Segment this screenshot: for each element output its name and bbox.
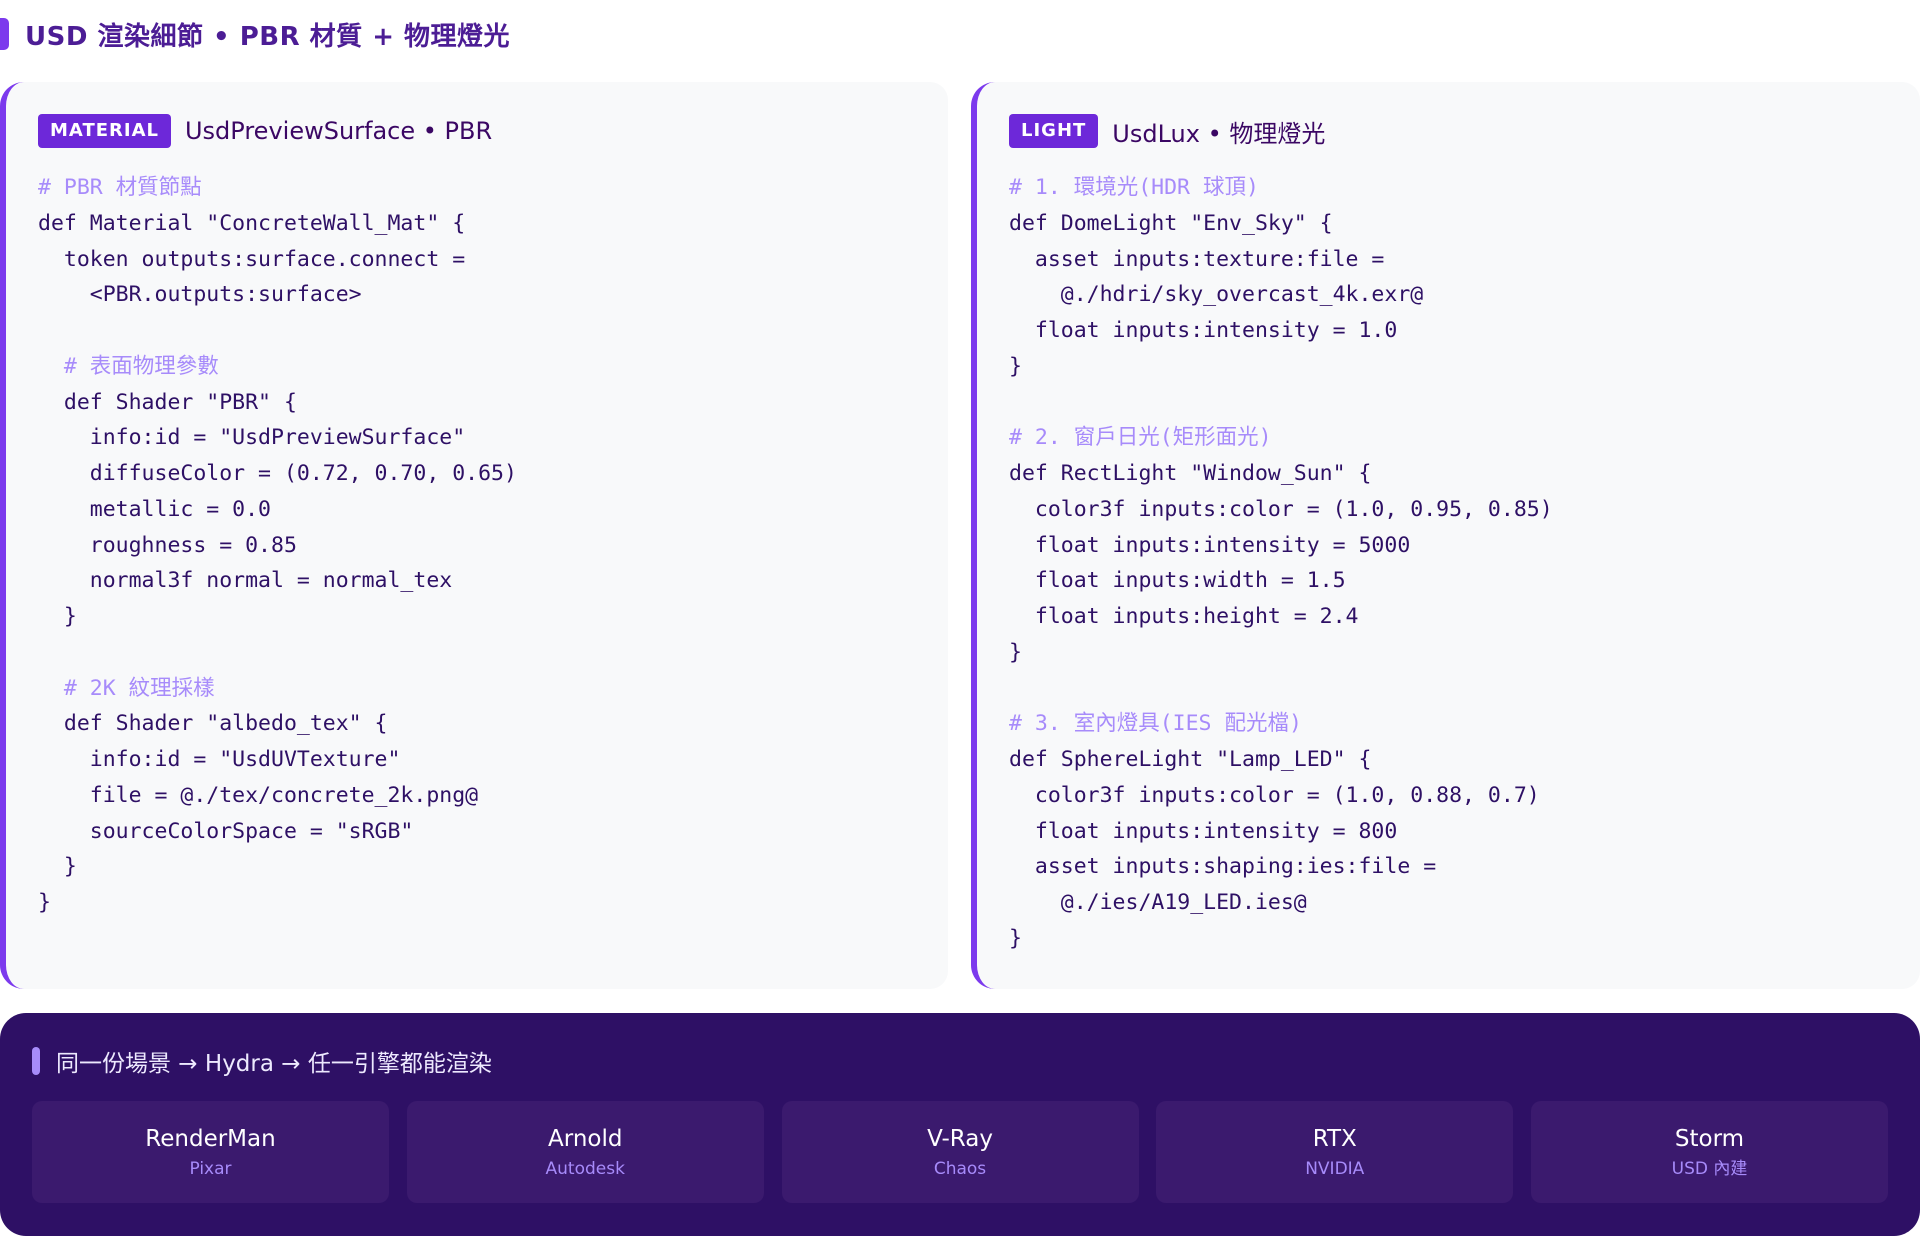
code-line: info:id = "UsdUVTexture": [38, 747, 401, 772]
engines-accent-bar: [32, 1047, 40, 1075]
code-line: }: [1009, 353, 1022, 379]
page-title-text: USD 渲染細節 • PBR 材質 + 物理燈光: [25, 21, 511, 52]
code-line: diffuseColor = (0.72, 0.70, 0.65): [38, 461, 517, 486]
engine-vendor: Chaos: [933, 1159, 987, 1179]
code-line: def Material "ConcreteWall_Mat" {: [38, 210, 466, 236]
code-line: color3f inputs:color = (1.0, 0.95, 0.85): [1009, 496, 1553, 522]
material-panel: MATERIAL UsdPreviewSurface • PBR # PBR 材…: [0, 82, 948, 989]
light-panel: LIGHT UsdLux • 物理燈光 # 1. 環境光(HDR 球頂) def …: [971, 82, 1920, 989]
page-title: USD 渲染細節 • PBR 材質 + 物理燈光: [0, 18, 511, 52]
code-line: @./ies/A19_LED.ies@: [1009, 890, 1307, 915]
code-line: float inputs:intensity = 800: [1009, 818, 1398, 844]
code-line: @./hdri/sky_overcast_4k.exr@: [1009, 282, 1424, 308]
code-line: def SphereLight "Lamp_LED" {: [1009, 747, 1372, 772]
engine-name: Storm: [1674, 1126, 1745, 1152]
code-line: float inputs:intensity = 5000: [1009, 532, 1411, 558]
code-line: sourceColorSpace = "sRGB": [38, 818, 414, 844]
code-line: asset inputs:shaping:ies:file =: [1009, 854, 1437, 880]
engines-section-header: 同一份場景 → Hydra → 任一引擎都能渲染: [32, 1047, 492, 1077]
code-line: }: [1009, 925, 1022, 951]
code-line: metallic = 0.0: [38, 496, 271, 522]
code-comment-line: # PBR 材質節點: [38, 175, 202, 200]
code-line: }: [38, 890, 51, 915]
code-line: }: [38, 604, 77, 629]
light-tag: LIGHT: [1009, 114, 1099, 148]
code-line: normal3f normal = normal_tex: [38, 568, 453, 594]
engine-vendor: Pixar: [189, 1159, 232, 1179]
code-comment-line: # 3. 室內燈具(IES 配光檔): [1009, 711, 1302, 737]
code-comment-line: # 表面物理參數: [38, 353, 219, 379]
code-line: <PBR.outputs:surface>: [38, 282, 362, 308]
code-line: asset inputs:texture:file =: [1009, 246, 1385, 272]
code-line: float inputs:height = 2.4: [1009, 604, 1359, 629]
code-line: }: [1009, 639, 1022, 665]
light-code-block: # 1. 環境光(HDR 球頂) def DomeLight "Env_Sky" …: [1009, 170, 1553, 957]
render-engines-section: 同一份場景 → Hydra → 任一引擎都能渲染 RenderMan Pixar…: [0, 1013, 1920, 1236]
material-panel-header: MATERIAL UsdPreviewSurface • PBR: [38, 114, 492, 148]
code-comment-line: # 1. 環境光(HDR 球頂): [1009, 175, 1259, 200]
code-line: def Shader "PBR" {: [38, 389, 297, 415]
engine-name: RTX: [1312, 1126, 1357, 1152]
material-tag: MATERIAL: [38, 114, 171, 148]
code-line: roughness = 0.85: [38, 532, 297, 558]
engines-section-title: 同一份場景 → Hydra → 任一引擎都能渲染: [56, 1051, 492, 1077]
title-accent-bar: [0, 18, 9, 50]
light-panel-header: LIGHT UsdLux • 物理燈光: [1009, 114, 1325, 148]
engine-vendor: Autodesk: [545, 1159, 625, 1179]
code-line: def DomeLight "Env_Sky" {: [1009, 210, 1333, 236]
engine-name: V-Ray: [927, 1126, 993, 1152]
code-line: }: [38, 854, 77, 880]
engine-card-vray: V-Ray Chaos: [781, 1101, 1139, 1203]
code-line: def Shader "albedo_tex" {: [38, 711, 388, 737]
code-line: token outputs:surface.connect =: [38, 246, 466, 272]
code-comment-line: # 2K 紋理採樣: [38, 675, 215, 701]
code-line: float inputs:width = 1.5: [1009, 568, 1346, 594]
engine-name: Arnold: [548, 1126, 623, 1152]
material-panel-title: UsdPreviewSurface • PBR: [184, 117, 493, 145]
code-line: color3f inputs:color = (1.0, 0.88, 0.7): [1009, 782, 1540, 808]
material-code-block: # PBR 材質節點 def Material "ConcreteWall_Mat…: [38, 170, 517, 921]
light-panel-title: UsdLux • 物理燈光: [1112, 119, 1326, 148]
code-line: file = @./tex/concrete_2k.png@: [38, 782, 479, 808]
code-line: info:id = "UsdPreviewSurface": [38, 425, 466, 451]
code-line: def RectLight "Window_Sun" {: [1009, 461, 1372, 486]
engine-name: RenderMan: [145, 1126, 276, 1152]
engine-vendor: USD 內建: [1671, 1159, 1748, 1179]
engine-list: RenderMan Pixar Arnold Autodesk V-Ray Ch…: [32, 1101, 1888, 1203]
engine-card-renderman: RenderMan Pixar: [32, 1101, 389, 1203]
engine-card-storm: Storm USD 內建: [1531, 1101, 1888, 1203]
engine-card-arnold: Arnold Autodesk: [406, 1101, 764, 1203]
code-comment-line: # 2. 窗戶日光(矩形面光): [1009, 425, 1272, 451]
engine-vendor: NVIDIA: [1305, 1159, 1365, 1179]
engine-card-rtx: RTX NVIDIA: [1156, 1101, 1514, 1203]
code-line: float inputs:intensity = 1.0: [1009, 318, 1398, 343]
